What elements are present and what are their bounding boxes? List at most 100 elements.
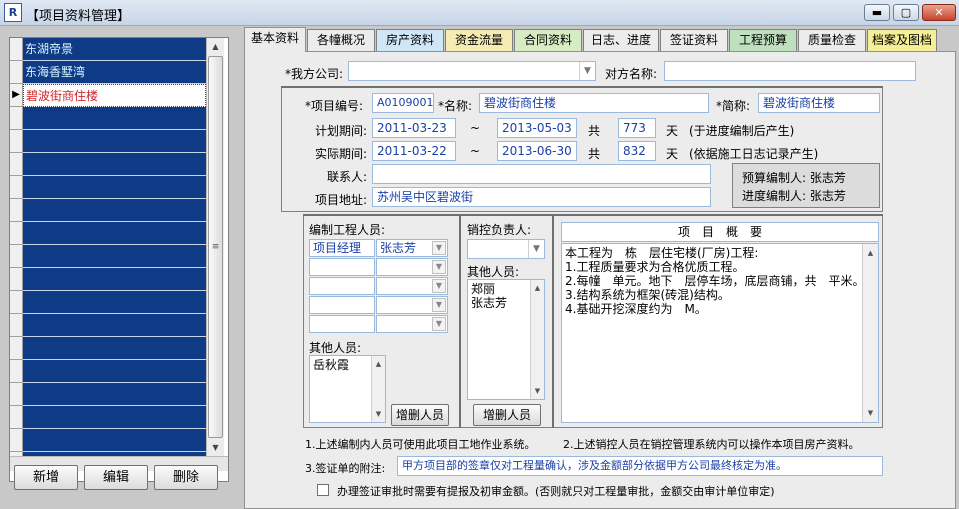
project-row[interactable]: [23, 222, 206, 245]
project-row[interactable]: 东海香墅湾: [23, 61, 206, 84]
actual-start-field[interactable]: 2011-03-22: [372, 141, 456, 161]
row-selector[interactable]: [10, 360, 22, 383]
tab-4[interactable]: 合同资料: [514, 29, 582, 51]
name-field[interactable]: 碧波街商住楼: [479, 93, 709, 113]
actual-end-field[interactable]: 2013-06-30: [497, 141, 577, 161]
staff-add-remove-button[interactable]: 增删人员: [391, 404, 449, 426]
project-row[interactable]: [23, 429, 206, 452]
staff-name-cell[interactable]: ▼: [376, 296, 448, 314]
close-button[interactable]: ✕: [922, 4, 956, 21]
project-row[interactable]: [23, 383, 206, 406]
row-selector[interactable]: [10, 130, 22, 153]
short-name-field[interactable]: 碧波街商住楼: [758, 93, 880, 113]
tab-3[interactable]: 资金流量: [445, 29, 513, 51]
row-selector[interactable]: [10, 406, 22, 429]
scroll-down-icon[interactable]: ▼: [207, 439, 224, 456]
staff-role-cell[interactable]: [309, 315, 375, 333]
minimize-button[interactable]: ▬: [864, 4, 890, 21]
row-selector[interactable]: [10, 383, 22, 406]
tab-6[interactable]: 签证资料: [660, 29, 728, 51]
project-row[interactable]: [23, 176, 206, 199]
project-row[interactable]: [23, 107, 206, 130]
staff-name-cell[interactable]: 张志芳 ▼: [376, 239, 448, 257]
staff-role-cell[interactable]: [309, 277, 375, 295]
row-selector[interactable]: [10, 176, 22, 199]
audit-checkbox[interactable]: [317, 484, 329, 496]
scroll-up-icon[interactable]: ▲: [207, 38, 224, 55]
project-row[interactable]: 碧波街商住楼: [23, 84, 206, 107]
row-selector[interactable]: [10, 153, 22, 176]
chevron-down-icon[interactable]: ▼: [432, 317, 446, 331]
staff-role-cell[interactable]: 项目经理: [309, 239, 375, 257]
maximize-button[interactable]: ▢: [893, 4, 919, 21]
row-selector[interactable]: [10, 61, 22, 84]
chevron-down-icon[interactable]: ▼: [579, 62, 595, 80]
project-list[interactable]: 东湖帝景 东海香墅湾 碧波街商住楼: [23, 38, 206, 456]
delete-button[interactable]: 删除: [154, 465, 218, 490]
project-row[interactable]: [23, 314, 206, 337]
listbox-scrollbar[interactable]: ▲ ▼: [530, 280, 544, 399]
row-selector[interactable]: [10, 429, 22, 452]
chevron-down-icon[interactable]: ▼: [432, 260, 446, 274]
project-row[interactable]: [23, 153, 206, 176]
listbox-scrollbar[interactable]: ▲ ▼: [371, 356, 385, 422]
tab-9[interactable]: 档案及图档: [867, 29, 937, 51]
row-selector[interactable]: [10, 314, 22, 337]
staff-other-listbox[interactable]: 岳秋霞 ▲ ▼: [309, 355, 386, 423]
project-row[interactable]: [23, 291, 206, 314]
row-selector[interactable]: [10, 268, 22, 291]
scroll-up-icon[interactable]: ▲: [531, 281, 544, 295]
chevron-down-icon[interactable]: ▼: [432, 298, 446, 312]
address-field[interactable]: 苏州吴中区碧波街: [372, 187, 711, 207]
project-row[interactable]: [23, 360, 206, 383]
row-selector[interactable]: [10, 337, 22, 360]
sales-other-listbox[interactable]: 郑丽 张志芳 ▲ ▼: [467, 279, 545, 400]
staff-name-cell[interactable]: ▼: [376, 277, 448, 295]
tab-2[interactable]: 房产资料: [376, 29, 444, 51]
other-party-field[interactable]: [664, 61, 916, 81]
scroll-up-icon[interactable]: ▲: [372, 357, 385, 371]
row-selector[interactable]: [10, 222, 22, 245]
plan-end-field[interactable]: 2013-05-03: [497, 118, 577, 138]
overview-textarea[interactable]: 本工程为 栋 层住宅楼(厂房)工程: 1.工程质量要求为合格优质工程。 2.每幢 单…: [561, 243, 879, 423]
edit-button[interactable]: 编辑: [84, 465, 148, 490]
sales-combo[interactable]: ▼: [467, 239, 545, 259]
project-row[interactable]: 东湖帝景: [23, 38, 206, 61]
add-button[interactable]: 新增: [14, 465, 78, 490]
chevron-down-icon[interactable]: ▼: [432, 279, 446, 293]
scroll-down-icon[interactable]: ▼: [863, 406, 878, 420]
scroll-up-icon[interactable]: ▲: [863, 246, 878, 260]
plan-start-field[interactable]: 2011-03-23: [372, 118, 456, 138]
visa-note-field[interactable]: 甲方项目部的签章仅对工程量确认，涉及金额部分依据甲方公司最终核定为准。: [397, 456, 883, 476]
project-no-field[interactable]: A0109001: [372, 93, 434, 113]
row-selector[interactable]: [10, 245, 22, 268]
chevron-down-icon[interactable]: ▼: [432, 241, 446, 255]
scroll-down-icon[interactable]: ▼: [531, 384, 544, 398]
tab-5[interactable]: 日志、进度: [583, 29, 659, 51]
tab-1[interactable]: 各幢概况: [307, 29, 375, 51]
overview-scrollbar[interactable]: ▲ ▼: [862, 244, 878, 422]
tab-0[interactable]: 基本资料: [244, 27, 306, 52]
staff-name-cell[interactable]: ▼: [376, 315, 448, 333]
contact-field[interactable]: [372, 164, 711, 184]
tab-8[interactable]: 质量检查: [798, 29, 866, 51]
row-selector[interactable]: ▶: [10, 84, 22, 107]
staff-name-cell[interactable]: ▼: [376, 258, 448, 276]
scroll-down-icon[interactable]: ▼: [372, 407, 385, 421]
row-selector[interactable]: [10, 199, 22, 222]
row-selector[interactable]: [10, 291, 22, 314]
sales-add-remove-button[interactable]: 增删人员: [473, 404, 541, 426]
row-selector[interactable]: [10, 107, 22, 130]
chevron-down-icon[interactable]: ▼: [528, 240, 544, 258]
project-row[interactable]: [23, 406, 206, 429]
tab-7[interactable]: 工程预算: [729, 29, 797, 51]
project-list-scrollbar[interactable]: ▲ ≡ ▼: [206, 38, 224, 456]
our-company-combo[interactable]: ▼: [348, 61, 596, 81]
row-selector[interactable]: [10, 38, 22, 61]
scroll-thumb[interactable]: ≡: [208, 56, 223, 438]
staff-role-cell[interactable]: [309, 296, 375, 314]
staff-role-cell[interactable]: [309, 258, 375, 276]
project-row[interactable]: [23, 199, 206, 222]
project-row[interactable]: [23, 130, 206, 153]
project-row[interactable]: [23, 245, 206, 268]
